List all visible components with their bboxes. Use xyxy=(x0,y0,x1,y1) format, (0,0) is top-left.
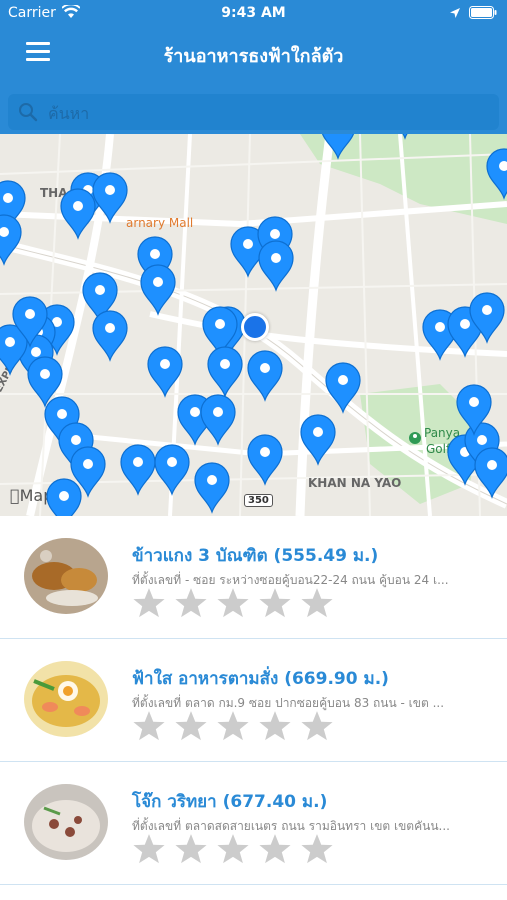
search-input[interactable] xyxy=(46,98,490,128)
map-pin-icon[interactable] xyxy=(154,444,190,496)
star-icon[interactable] xyxy=(174,709,208,743)
map-pin-icon[interactable] xyxy=(258,240,294,292)
map-pin-icon[interactable] xyxy=(321,134,355,160)
map-pin-icon[interactable] xyxy=(46,478,82,516)
map-pin-icon[interactable] xyxy=(300,414,336,466)
search-icon xyxy=(18,102,38,126)
map-pin-icon[interactable] xyxy=(0,214,22,266)
list-item[interactable]: ฟ้าใส อาหารตามสั่ง (669.90 ม.) ที่ตั้งเล… xyxy=(0,639,507,762)
star-icon[interactable] xyxy=(300,709,334,743)
star-icon[interactable] xyxy=(258,832,292,866)
star-icon[interactable] xyxy=(132,586,166,620)
map-pin-icon[interactable] xyxy=(194,462,230,514)
map-pin-icon[interactable] xyxy=(325,362,361,414)
map-pin-icon[interactable] xyxy=(207,346,243,398)
star-icon[interactable] xyxy=(216,832,250,866)
star-icon[interactable] xyxy=(132,709,166,743)
map-pin-icon[interactable] xyxy=(147,346,183,398)
user-location-dot xyxy=(241,313,269,341)
star-icon[interactable] xyxy=(300,586,334,620)
map-pin-icon[interactable] xyxy=(200,394,236,446)
restaurant-photo xyxy=(24,661,108,737)
star-icon[interactable] xyxy=(174,832,208,866)
restaurant-photo xyxy=(24,784,108,860)
rating-stars[interactable] xyxy=(132,832,334,866)
restaurant-list: ข้าวแกง 3 บัณฑิต (555.49 ม.) ที่ตั้งเลขท… xyxy=(0,516,507,885)
restaurant-name[interactable]: ฟ้าใส อาหารตามสั่ง (669.90 ม.) xyxy=(132,665,389,692)
map-view[interactable]: THA RAENG arnary Mall RAT EXPRESSWAY KHA… xyxy=(0,134,507,516)
star-icon[interactable] xyxy=(300,832,334,866)
map-pin-icon[interactable] xyxy=(92,310,128,362)
map-pin-icon[interactable] xyxy=(120,444,156,496)
star-icon[interactable] xyxy=(216,586,250,620)
star-icon[interactable] xyxy=(216,709,250,743)
map-pin-icon[interactable] xyxy=(486,148,507,200)
star-icon[interactable] xyxy=(174,586,208,620)
search-box[interactable] xyxy=(8,94,499,130)
star-icon[interactable] xyxy=(258,709,292,743)
nav-bar: ร้านอาหารธงฟ้าใกล้ตัว xyxy=(0,28,507,78)
map-pin-icon[interactable] xyxy=(60,188,96,240)
map-pin-icon[interactable] xyxy=(92,172,128,224)
restaurant-name[interactable]: โจ๊ก วริทยา (677.40 ม.) xyxy=(132,788,327,815)
status-bar: Carrier 9:43 AM xyxy=(0,0,507,28)
clock: 9:43 AM xyxy=(221,5,286,21)
map-pin-icon[interactable] xyxy=(247,434,283,486)
restaurant-name[interactable]: ข้าวแกง 3 บัณฑิต (555.49 ม.) xyxy=(132,542,378,569)
map-pin-icon[interactable] xyxy=(140,264,176,316)
rating-stars[interactable] xyxy=(132,586,334,620)
map-pin-icon[interactable] xyxy=(247,350,283,402)
list-item[interactable]: โจ๊ก วริทยา (677.40 ม.) ที่ตั้งเลขที่ ตล… xyxy=(0,762,507,885)
star-icon[interactable] xyxy=(132,832,166,866)
list-item[interactable]: ข้าวแกง 3 บัณฑิต (555.49 ม.) ที่ตั้งเลขท… xyxy=(0,516,507,639)
rating-stars[interactable] xyxy=(132,709,334,743)
search-bar xyxy=(0,78,507,134)
star-icon[interactable] xyxy=(258,586,292,620)
map-pin-icon[interactable] xyxy=(388,134,422,140)
location-arrow-icon xyxy=(449,7,461,23)
map-pin-icon[interactable] xyxy=(474,447,507,499)
battery-icon xyxy=(469,6,497,23)
restaurant-photo xyxy=(24,538,108,614)
page-title: ร้านอาหารธงฟ้าใกล้ตัว xyxy=(163,46,344,67)
